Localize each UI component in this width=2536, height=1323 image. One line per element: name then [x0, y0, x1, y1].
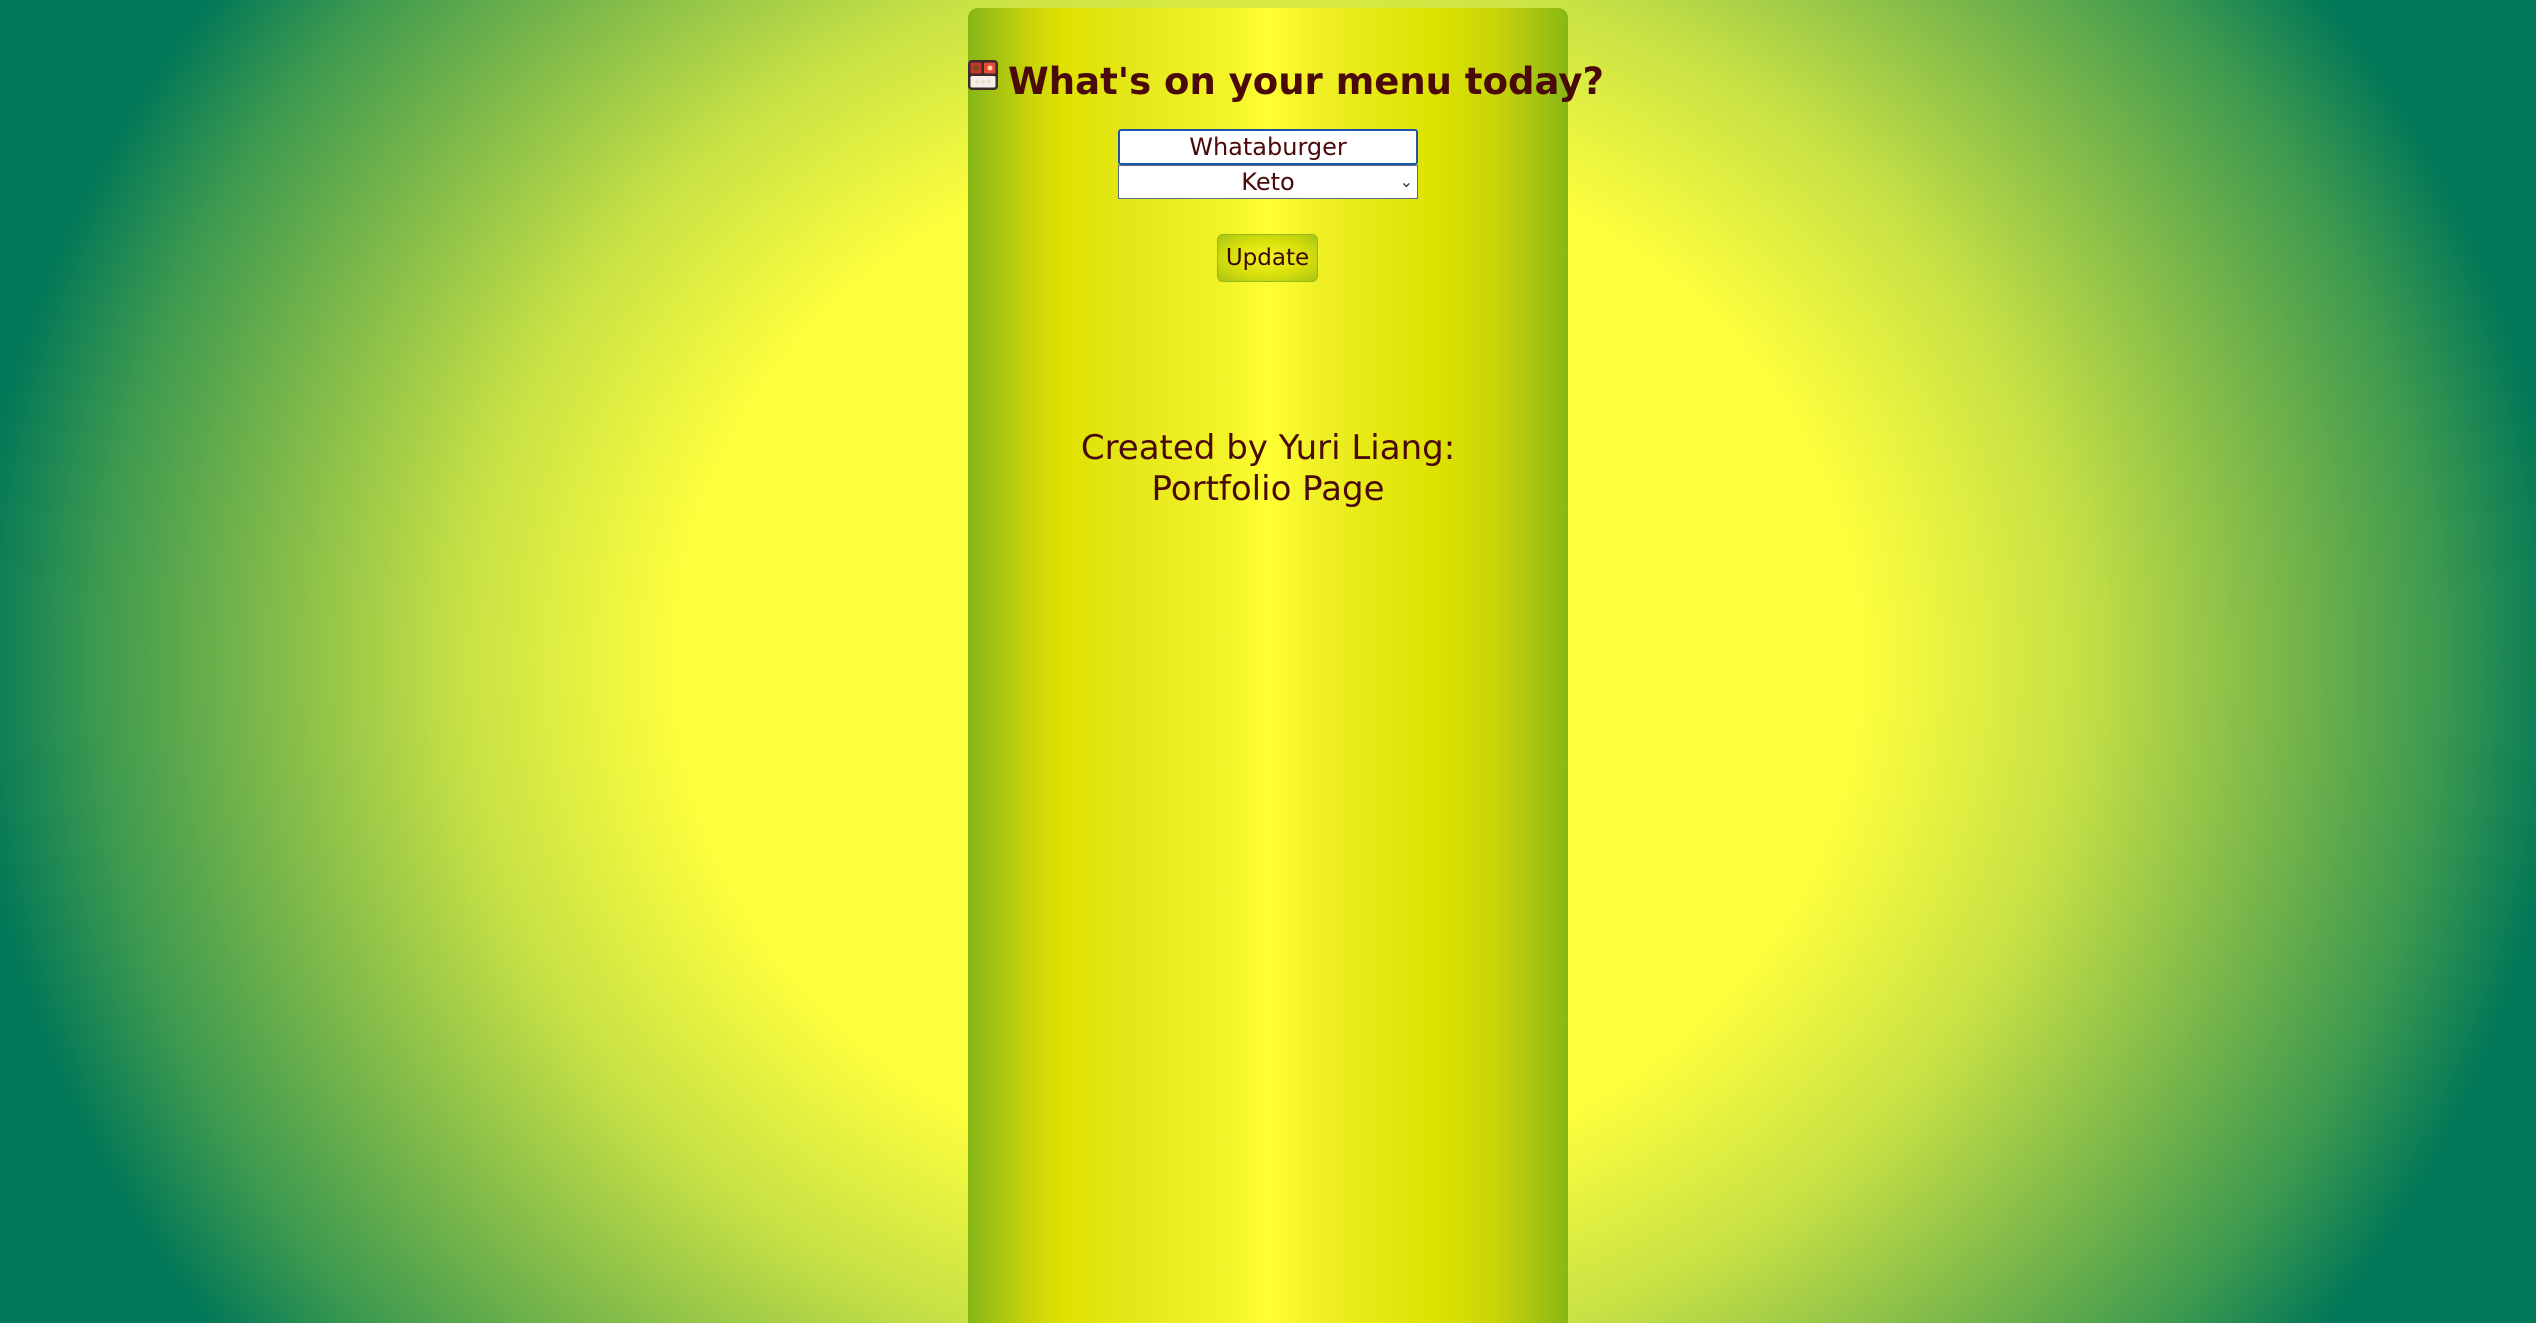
diet-select[interactable]: Keto ⌄	[1118, 165, 1418, 199]
title-text: What's on your menu today?	[1008, 60, 1604, 103]
credit-prefix: Created by Yuri Liang:	[1080, 428, 1456, 468]
diet-select-value: Keto	[1241, 168, 1295, 196]
main-panel: What's on your menu today? Keto ⌄ Update…	[968, 8, 1604, 1323]
credit-text: Created by Yuri Liang: Portfolio Page	[998, 428, 1538, 510]
restaurant-input[interactable]	[1118, 129, 1418, 165]
page-title: What's on your menu today?	[968, 60, 1604, 103]
portfolio-link[interactable]: Portfolio Page	[1152, 469, 1385, 509]
update-button[interactable]: Update	[1217, 234, 1318, 282]
chevron-down-icon: ⌄	[1399, 172, 1413, 191]
bento-box-icon	[968, 60, 998, 90]
